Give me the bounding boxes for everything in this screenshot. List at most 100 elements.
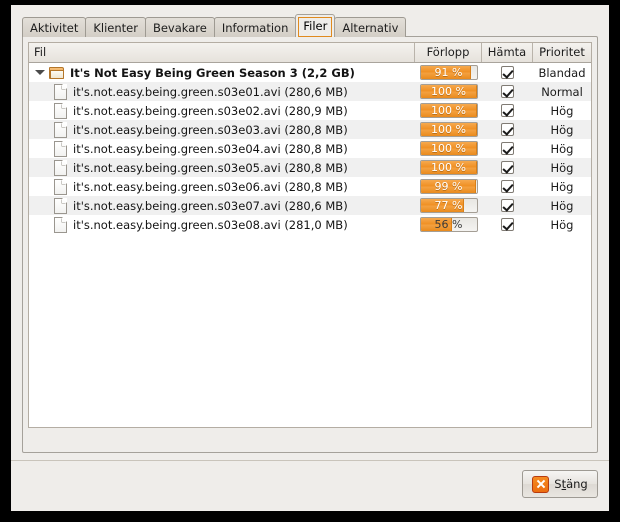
tab-page-filer: Fil Förlopp Hämta Prioritet It's Not Eas… [22,36,598,453]
row-progress-cell: 77 % [415,196,482,215]
row-file-cell: it's.not.easy.being.green.s03e08.avi (28… [29,215,415,234]
progress-bar: 91 % [419,65,478,80]
file-name: It's Not Easy Being Green Season 3 (2,2 … [70,65,355,80]
table-row[interactable]: it's.not.easy.being.green.s03e01.avi (28… [29,82,591,101]
download-checkbox[interactable] [501,66,514,79]
row-progress-cell: 100 % [415,120,482,139]
row-progress-cell: 100 % [415,158,482,177]
progress-bar: 99 % [419,179,478,194]
row-download-cell [482,101,533,120]
row-priority-cell[interactable]: Blandad [533,63,591,82]
row-file-cell: it's.not.easy.being.green.s03e01.avi (28… [29,82,415,101]
table-row[interactable]: it's.not.easy.being.green.s03e07.avi (28… [29,196,591,215]
table-row[interactable]: It's Not Easy Being Green Season 3 (2,2 … [29,63,591,82]
progress-bar: 100 % [419,160,478,175]
file-icon [54,197,67,214]
file-name: it's.not.easy.being.green.s03e04.avi (28… [73,141,348,156]
tab-bevakare[interactable]: Bevakare [144,17,215,37]
row-progress-cell: 91 % [415,63,482,82]
row-priority-cell[interactable]: Hög [533,139,591,158]
table-row[interactable]: it's.not.easy.being.green.s03e04.avi (28… [29,139,591,158]
folder-icon [49,66,65,80]
tab-information[interactable]: Information [213,17,297,37]
download-checkbox[interactable] [501,142,514,155]
row-download-cell [482,82,533,101]
progress-bar-label: 100 % [431,161,466,174]
tab-label: Alternativ [342,21,399,35]
progress-bar-label: 100 % [431,104,466,117]
progress-bar: 100 % [419,122,478,137]
table-row[interactable]: it's.not.easy.being.green.s03e08.avi (28… [29,215,591,234]
download-checkbox[interactable] [501,199,514,212]
row-progress-cell: 100 % [415,139,482,158]
column-header-download[interactable]: Hämta [482,43,533,62]
expander-triangle-icon[interactable] [34,66,47,79]
close-x-icon [532,475,550,493]
row-download-cell [482,196,533,215]
column-header-progress[interactable]: Förlopp [415,43,482,62]
table-row[interactable]: it's.not.easy.being.green.s03e05.avi (28… [29,158,591,177]
row-priority-cell[interactable]: Hög [533,158,591,177]
progress-bar-label: 56 % [434,218,463,231]
row-file-cell: it's.not.easy.being.green.s03e04.avi (28… [29,139,415,158]
tab-label: Filer [303,19,328,33]
tab-label: Aktivitet [30,21,79,35]
row-priority-cell[interactable]: Hög [533,196,591,215]
table-row[interactable]: it's.not.easy.being.green.s03e03.avi (28… [29,120,591,139]
file-icon [54,178,67,195]
tab-label: Information [221,21,289,35]
tab-filer[interactable]: Filer [295,14,336,37]
row-download-cell [482,63,533,82]
progress-bar-label: 100 % [431,85,466,98]
row-download-cell [482,158,533,177]
tab-label: Bevakare [152,21,207,35]
row-file-cell: it's.not.easy.being.green.s03e06.avi (28… [29,177,415,196]
file-icon [54,121,67,138]
close-button[interactable]: Stäng [522,470,598,498]
progress-bar-label: 100 % [431,142,466,155]
progress-bar: 100 % [419,103,478,118]
progress-bar: 100 % [419,141,478,156]
download-checkbox[interactable] [501,180,514,193]
row-priority-cell[interactable]: Normal [533,82,591,101]
table-row[interactable]: it's.not.easy.being.green.s03e02.avi (28… [29,101,591,120]
column-header-file[interactable]: Fil [29,43,415,62]
progress-bar-label: 91 % [434,66,463,79]
file-icon [54,216,67,233]
row-file-cell: It's Not Easy Being Green Season 3 (2,2 … [29,63,415,82]
tab-alternativ[interactable]: Alternativ [334,17,407,37]
tab-bar: Aktivitet Klienter Bevakare Information … [22,14,407,37]
row-progress-cell: 99 % [415,177,482,196]
row-file-cell: it's.not.easy.being.green.s03e05.avi (28… [29,158,415,177]
progress-bar-label: 77 % [434,199,463,212]
row-progress-cell: 56 % [415,215,482,234]
file-tree-header: Fil Förlopp Hämta Prioritet [29,43,591,63]
file-name: it's.not.easy.being.green.s03e02.avi (28… [73,103,348,118]
download-checkbox[interactable] [501,85,514,98]
column-header-priority[interactable]: Prioritet [533,43,591,62]
download-checkbox[interactable] [501,161,514,174]
progress-bar: 100 % [419,84,478,99]
tab-aktivitet[interactable]: Aktivitet [22,17,87,37]
table-row[interactable]: it's.not.easy.being.green.s03e06.avi (28… [29,177,591,196]
close-button-label: Stäng [554,477,588,491]
file-icon [54,159,67,176]
file-name: it's.not.easy.being.green.s03e06.avi (28… [73,179,348,194]
row-download-cell [482,139,533,158]
download-checkbox[interactable] [501,104,514,117]
download-checkbox[interactable] [501,123,514,136]
row-priority-cell[interactable]: Hög [533,177,591,196]
row-download-cell [482,177,533,196]
row-priority-cell[interactable]: Hög [533,101,591,120]
file-tree-view[interactable]: Fil Förlopp Hämta Prioritet It's Not Eas… [28,42,592,428]
file-tree-body: It's Not Easy Being Green Season 3 (2,2 … [29,63,591,427]
tab-klienter[interactable]: Klienter [85,17,146,37]
file-name: it's.not.easy.being.green.s03e01.avi (28… [73,84,348,99]
row-progress-cell: 100 % [415,82,482,101]
row-priority-cell[interactable]: Hög [533,215,591,234]
row-progress-cell: 100 % [415,101,482,120]
row-priority-cell[interactable]: Hög [533,120,591,139]
file-name: it's.not.easy.being.green.s03e05.avi (28… [73,160,348,175]
torrent-properties-window: Aktivitet Klienter Bevakare Information … [11,5,609,511]
download-checkbox[interactable] [501,218,514,231]
